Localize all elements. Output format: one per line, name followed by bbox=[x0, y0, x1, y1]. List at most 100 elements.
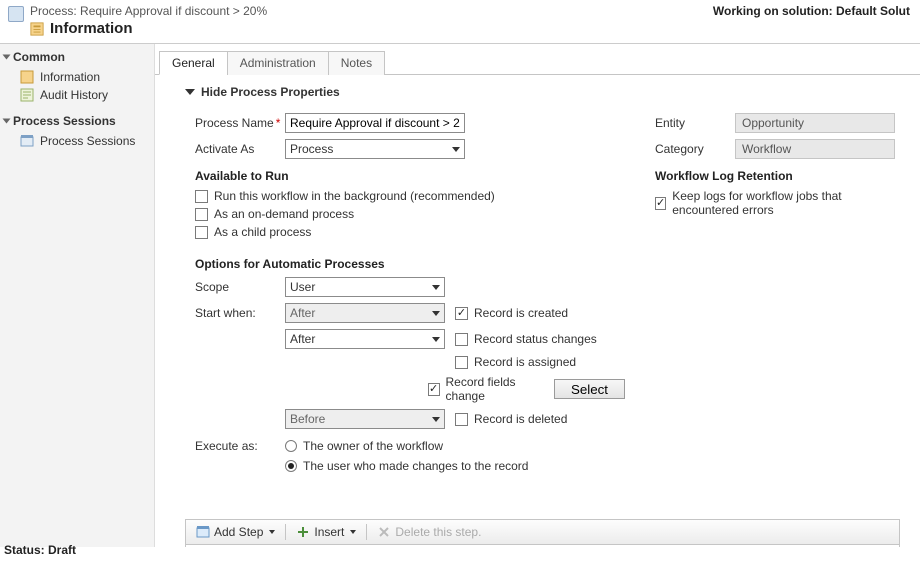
expand-icon bbox=[3, 119, 11, 124]
child-process-row: As a child process bbox=[195, 225, 625, 239]
process-name-input[interactable] bbox=[285, 113, 465, 133]
keep-logs-checkbox[interactable] bbox=[655, 197, 666, 210]
scope-select[interactable]: User bbox=[285, 277, 445, 297]
sidebar-section-common: Common Information Audit History bbox=[4, 50, 150, 104]
header-left: Process: Require Approval if discount > … bbox=[8, 4, 267, 37]
record-deleted-checkbox[interactable] bbox=[455, 413, 468, 426]
add-step-icon bbox=[196, 525, 210, 539]
record-assigned-label: Record is assigned bbox=[474, 355, 576, 369]
options-automatic-title: Options for Automatic Processes bbox=[195, 257, 625, 271]
expand-icon bbox=[3, 55, 11, 60]
start-when-before-value: Before bbox=[290, 412, 325, 426]
body: Common Information Audit History Process… bbox=[0, 44, 920, 547]
start-when-row5: Before Record is deleted bbox=[195, 409, 625, 429]
start-when-row1: Start when: After Record is created bbox=[195, 303, 625, 323]
add-step-label: Add Step bbox=[214, 525, 263, 539]
add-step-button[interactable]: Add Step bbox=[192, 523, 279, 541]
on-demand-row: As an on-demand process bbox=[195, 207, 625, 221]
sidebar-item-information[interactable]: Information bbox=[4, 68, 150, 86]
select-fields-button[interactable]: Select bbox=[554, 379, 625, 399]
steps-region: Add Step Insert Delete this step. bbox=[185, 519, 900, 547]
sidebar-header-label: Process Sessions bbox=[13, 114, 116, 128]
run-background-checkbox[interactable] bbox=[195, 190, 208, 203]
process-title-line: Process: Require Approval if discount > … bbox=[30, 4, 267, 18]
sidebar-item-audit-history[interactable]: Audit History bbox=[4, 86, 150, 104]
chevron-down-icon bbox=[432, 311, 440, 316]
start-when-after1-value: After bbox=[290, 306, 315, 320]
info-icon bbox=[20, 70, 34, 84]
process-name-label: Process Name* bbox=[195, 116, 285, 130]
tab-content: Hide Process Properties Process Name* Ac… bbox=[155, 75, 920, 547]
process-icon bbox=[8, 6, 24, 22]
activate-as-select[interactable]: Process bbox=[285, 139, 465, 159]
insert-button[interactable]: Insert bbox=[292, 523, 360, 541]
start-when-label: Start when: bbox=[195, 306, 285, 320]
keep-logs-row: Keep logs for workflow jobs that encount… bbox=[655, 189, 900, 217]
audit-icon bbox=[20, 88, 34, 102]
record-fields-checkbox[interactable] bbox=[428, 383, 440, 396]
information-row: Information bbox=[30, 20, 267, 37]
entity-label: Entity bbox=[655, 116, 735, 130]
child-process-label: As a child process bbox=[214, 225, 311, 239]
hide-process-properties-toggle[interactable]: Hide Process Properties bbox=[185, 85, 900, 99]
delete-step-label: Delete this step. bbox=[395, 525, 481, 539]
tab-notes[interactable]: Notes bbox=[328, 51, 385, 75]
properties-right: Entity Opportunity Category Workflow Wor… bbox=[655, 113, 900, 479]
chevron-down-icon bbox=[432, 337, 440, 342]
execute-as-owner-radio[interactable] bbox=[285, 440, 297, 452]
record-status-label: Record status changes bbox=[474, 332, 597, 346]
chevron-down-icon bbox=[452, 147, 460, 152]
run-background-row: Run this workflow in the background (rec… bbox=[195, 189, 625, 203]
caret-down-icon bbox=[350, 530, 356, 534]
sidebar-header-label: Common bbox=[13, 50, 65, 64]
child-process-checkbox[interactable] bbox=[195, 226, 208, 239]
step-body: If Opportunity:Opportunity Discount (%) … bbox=[186, 545, 899, 547]
record-deleted-label: Record is deleted bbox=[474, 412, 567, 426]
insert-icon bbox=[296, 525, 310, 539]
available-to-run-title: Available to Run bbox=[195, 169, 625, 183]
start-when-row3: Record is assigned bbox=[195, 355, 625, 369]
toolbar-divider bbox=[285, 524, 286, 540]
sidebar: Common Information Audit History Process… bbox=[0, 44, 155, 547]
record-status-checkbox[interactable] bbox=[455, 333, 468, 346]
start-when-after2-select[interactable]: After bbox=[285, 329, 445, 349]
run-background-label: Run this workflow in the background (rec… bbox=[214, 189, 495, 203]
record-created-label: Record is created bbox=[474, 306, 568, 320]
process-title: Require Approval if discount > 20% bbox=[80, 4, 267, 18]
sidebar-header-process-sessions[interactable]: Process Sessions bbox=[4, 114, 150, 128]
on-demand-checkbox[interactable] bbox=[195, 208, 208, 221]
entity-field: Opportunity bbox=[735, 113, 895, 133]
insert-label: Insert bbox=[314, 525, 344, 539]
execute-as-label: Execute as: bbox=[195, 439, 285, 453]
execute-as-user-radio[interactable] bbox=[285, 460, 297, 472]
sidebar-item-label: Process Sessions bbox=[40, 134, 135, 148]
entity-row: Entity Opportunity bbox=[655, 113, 900, 133]
scope-label: Scope bbox=[195, 280, 285, 294]
activate-as-label: Activate As bbox=[195, 142, 285, 156]
execute-as-owner-label: The owner of the workflow bbox=[303, 439, 443, 453]
tab-administration[interactable]: Administration bbox=[227, 51, 329, 75]
category-field: Workflow bbox=[735, 139, 895, 159]
keep-logs-label: Keep logs for workflow jobs that encount… bbox=[672, 189, 900, 217]
properties-columns: Process Name* Activate As Process Availa… bbox=[185, 113, 900, 479]
on-demand-label: As an on-demand process bbox=[214, 207, 354, 221]
scope-value: User bbox=[290, 280, 315, 294]
record-fields-label: Record fields change bbox=[446, 375, 546, 403]
caret-down-icon bbox=[269, 530, 275, 534]
tab-general[interactable]: General bbox=[159, 51, 228, 75]
information-icon bbox=[30, 22, 44, 36]
record-created-checkbox[interactable] bbox=[455, 307, 468, 320]
start-when-after2-value: After bbox=[290, 332, 315, 346]
start-when-row2: After Record status changes bbox=[195, 329, 625, 349]
delete-step-button: Delete this step. bbox=[373, 523, 485, 541]
sidebar-item-process-sessions[interactable]: Process Sessions bbox=[4, 132, 150, 150]
sidebar-header-common[interactable]: Common bbox=[4, 50, 150, 64]
working-on-solution: Working on solution: Default Solut bbox=[713, 4, 912, 18]
chevron-down-icon bbox=[185, 89, 195, 95]
execute-as-row1: Execute as: The owner of the workflow bbox=[195, 439, 625, 453]
start-when-row4: Record fields change Select bbox=[195, 375, 625, 403]
record-assigned-checkbox[interactable] bbox=[455, 356, 468, 369]
execute-as-user-label: The user who made changes to the record bbox=[303, 459, 528, 473]
tab-bar: General Administration Notes bbox=[155, 50, 920, 75]
steps-toolbar: Add Step Insert Delete this step. bbox=[186, 520, 899, 545]
